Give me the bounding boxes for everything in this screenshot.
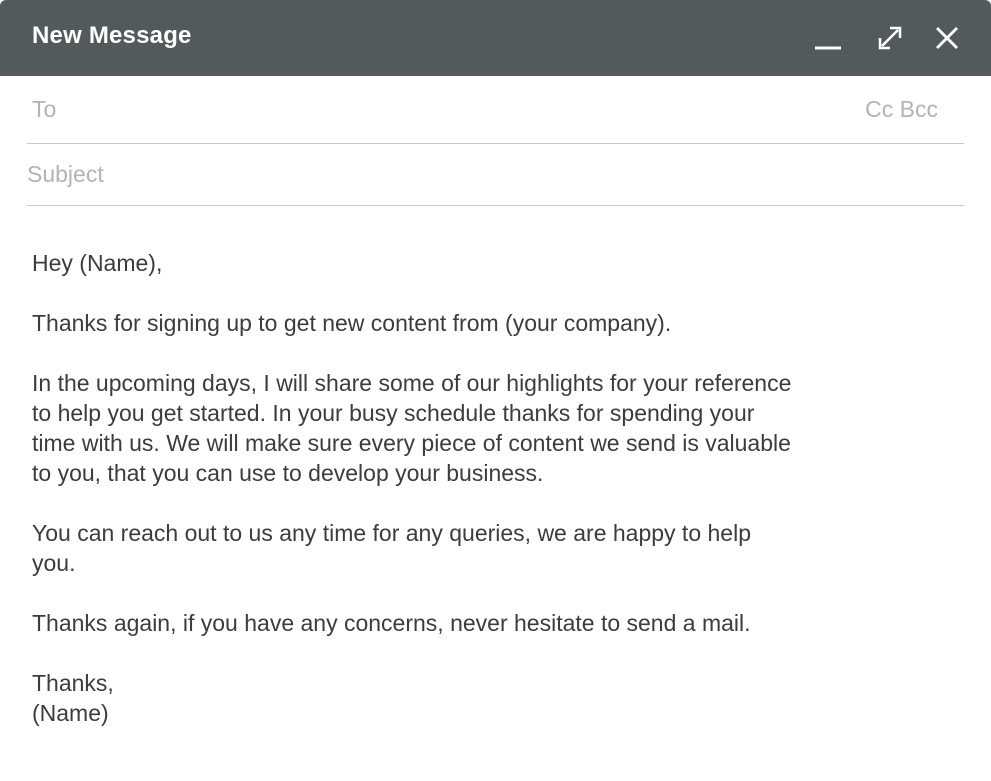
body-paragraph: Thanks, (Name) — [32, 670, 114, 726]
cc-bcc-links: Cc Bcc — [865, 96, 938, 123]
body-paragraph: Thanks for signing up to get new content… — [32, 310, 672, 336]
compose-titlebar: New Message — [0, 0, 991, 76]
cc-link[interactable]: Cc — [865, 96, 893, 122]
body-paragraph: Thanks again, if you have any concerns, … — [32, 610, 751, 636]
message-body[interactable]: Hey (Name), Thanks for signing up to get… — [32, 248, 912, 758]
to-label: To — [32, 96, 57, 122]
expand-icon — [878, 26, 902, 50]
minimize-icon — [815, 46, 841, 50]
subject-field — [27, 144, 964, 206]
maximize-button[interactable] — [874, 22, 906, 54]
compose-window: New Message To Cc Bcc Hey (Na — [0, 0, 991, 781]
body-paragraph: You can reach out to us any time for any… — [32, 520, 751, 576]
bcc-link[interactable]: Bcc — [900, 96, 938, 122]
to-input[interactable] — [77, 76, 841, 145]
close-icon — [936, 27, 958, 49]
window-title: New Message — [32, 22, 192, 49]
subject-input[interactable] — [27, 144, 964, 205]
to-field: To Cc Bcc — [27, 76, 964, 145]
close-button[interactable] — [931, 22, 963, 54]
body-paragraph: Hey (Name), — [32, 250, 163, 276]
body-paragraph: In the upcoming days, I will share some … — [32, 370, 792, 486]
minimize-button[interactable] — [812, 22, 844, 54]
